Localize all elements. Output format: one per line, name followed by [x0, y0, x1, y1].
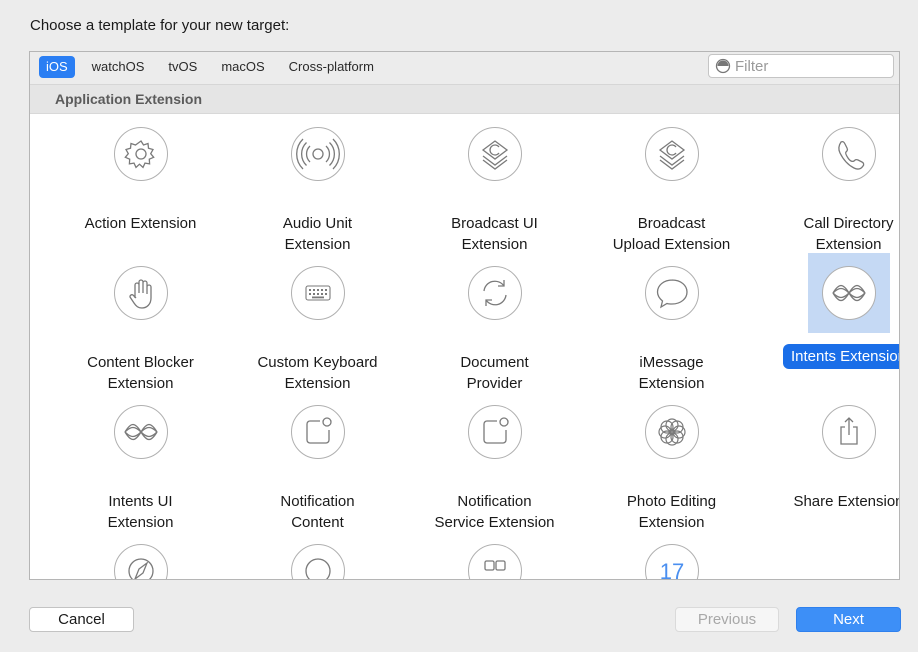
template-label-line2: Extension [638, 375, 705, 392]
platform-bar: iOS watchOS tvOS macOS Cross-platform [30, 52, 899, 85]
audio-waves-icon [290, 126, 346, 182]
template-item[interactable]: Audio Unit Extension [229, 114, 406, 253]
template-grid: Action Extension Audio Unit Extension Broad… [30, 114, 899, 579]
calendar-icon: 17 [644, 543, 700, 580]
refresh-arrows-icon [467, 265, 523, 321]
next-button[interactable]: Next [796, 607, 901, 632]
platform-tabs: iOS watchOS tvOS macOS Cross-platform [39, 56, 389, 78]
template-label-line2: Extension [284, 236, 351, 253]
template-item[interactable] [406, 531, 583, 579]
tab-macos[interactable]: macOS [214, 56, 271, 78]
template-item[interactable]: Custom Keyboard Extension [229, 253, 406, 392]
broadcast-stack-icon [644, 126, 700, 182]
grid-squares-icon [467, 543, 523, 579]
siri-waves-icon [821, 265, 877, 321]
template-label-line2: Provider [466, 375, 523, 392]
template-chooser: iOS watchOS tvOS macOS Cross-platform Ap… [29, 51, 900, 580]
template-item[interactable]: Document Provider [406, 253, 583, 392]
page-title: Choose a template for your new target: [30, 17, 290, 34]
template-label: Intents UI Extension [52, 491, 229, 533]
filter-field[interactable] [708, 54, 894, 78]
template-label-line1: Custom Keyboard [257, 354, 378, 371]
template-item[interactable]: Action Extension [52, 114, 229, 253]
template-label-line1: Content Blocker [87, 354, 194, 371]
template-item[interactable]: Content Blocker Extension [52, 253, 229, 392]
template-label-line2: Extension [284, 375, 351, 392]
template-label-line1: Notification [280, 493, 355, 510]
template-label-line1: Intents Extension [782, 344, 899, 369]
template-label-line1: Document [460, 354, 529, 371]
template-label: Document Provider [406, 352, 583, 394]
safari-icon [113, 543, 169, 579]
template-label: iMessage Extension [583, 352, 760, 394]
tab-cross-platform[interactable]: Cross-platform [282, 56, 381, 78]
template-item[interactable]: Intents Extension [760, 253, 899, 392]
share-icon [821, 404, 877, 460]
template-label-line1: Broadcast [637, 215, 706, 232]
template-item[interactable]: Broadcast Upload Extension [583, 114, 760, 253]
section-header: Application Extension [30, 85, 899, 114]
template-label: Notification Service Extension [406, 491, 583, 533]
calendar-date: 17 [659, 559, 683, 580]
template-label-line2: Extension [638, 514, 705, 531]
template-label-line1: Action Extension [84, 215, 197, 232]
template-label-line1: Intents UI [108, 493, 173, 510]
keyboard-icon [290, 265, 346, 321]
template-label: Broadcast Upload Extension [583, 213, 760, 255]
template-item[interactable]: 17 [583, 531, 760, 580]
section-title: Application Extension [55, 91, 203, 107]
template-label-line2: Content [291, 514, 344, 531]
template-label: Notification Content [229, 491, 406, 533]
notification-icon [467, 404, 523, 460]
template-label: Content Blocker Extension [52, 352, 229, 394]
template-label-line1: iMessage [639, 354, 704, 371]
notification-icon [290, 404, 346, 460]
template-item[interactable]: Intents UI Extension [52, 392, 229, 531]
template-label-line2: Service Extension [434, 514, 555, 531]
template-label-line1: Share Extension [793, 493, 900, 510]
template-label: Photo Editing Extension [583, 491, 760, 533]
phone-icon [821, 126, 877, 182]
previous-button[interactable]: Previous [675, 607, 779, 632]
template-label-line2: Extension [461, 236, 528, 253]
template-label: Broadcast UI Extension [406, 213, 583, 255]
filter-input[interactable] [735, 57, 885, 75]
template-label-line2: Extension [107, 375, 174, 392]
tab-ios[interactable]: iOS [39, 56, 75, 78]
template-item[interactable]: Notification Service Extension [406, 392, 583, 531]
template-item[interactable]: Call Directory Extension [760, 114, 899, 255]
tab-watchos[interactable]: watchOS [85, 56, 152, 78]
template-label-line1: Call Directory [803, 215, 894, 232]
template-item[interactable]: Broadcast UI Extension [406, 114, 583, 253]
template-item[interactable]: Photo Editing Extension [583, 392, 760, 531]
template-label-line2: Extension [107, 514, 174, 531]
template-label: Action Extension [52, 213, 229, 234]
template-label: Call Directory Extension [760, 213, 899, 255]
gear-icon [113, 126, 169, 182]
flower-icon [644, 404, 700, 460]
siri-waves-icon [113, 404, 169, 460]
template-label-line1: Broadcast UI [451, 215, 538, 232]
template-label-line1: Photo Editing [626, 493, 717, 510]
filter-icon [715, 58, 731, 74]
template-label-line1: Notification [457, 493, 532, 510]
template-item[interactable] [229, 531, 406, 579]
template-label-line2: Extension [815, 236, 882, 253]
template-item[interactable]: Notification Content [229, 392, 406, 531]
template-label-line2: Upload Extension [612, 236, 731, 253]
template-label: Intents Extension [760, 344, 899, 369]
template-label-line1: Audio Unit [282, 215, 353, 232]
template-item[interactable] [52, 531, 229, 579]
template-label: Custom Keyboard Extension [229, 352, 406, 394]
cancel-button[interactable]: Cancel [29, 607, 134, 632]
hand-icon [113, 265, 169, 321]
template-item[interactable]: iMessage Extension [583, 253, 760, 392]
template-item[interactable]: Share Extension [760, 392, 900, 531]
broadcast-stack-icon [467, 126, 523, 182]
tab-tvos[interactable]: tvOS [161, 56, 204, 78]
circle-icon [290, 543, 346, 579]
speech-bubble-icon [644, 265, 700, 321]
template-label: Audio Unit Extension [229, 213, 406, 255]
template-label: Share Extension [760, 491, 900, 512]
